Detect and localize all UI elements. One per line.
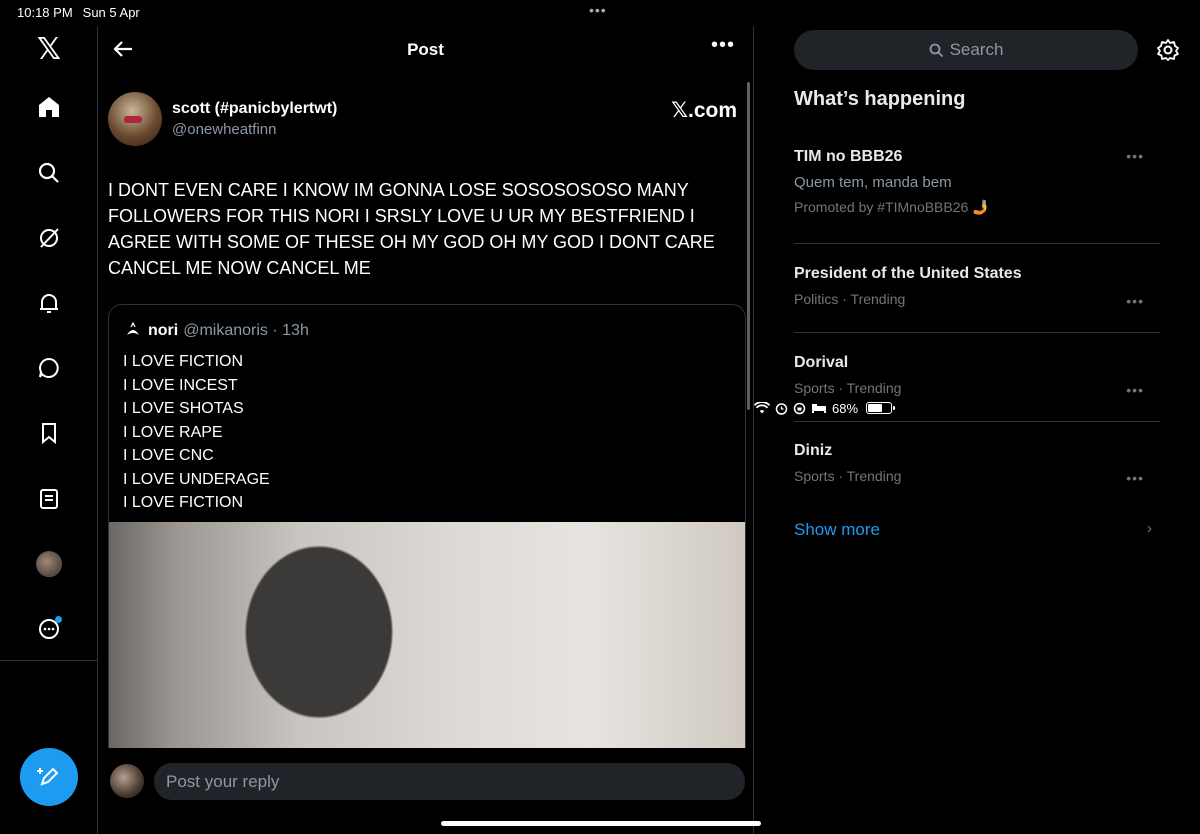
- page-title: Post: [407, 40, 444, 59]
- status-time: 10:18 PM: [17, 5, 73, 20]
- author-name[interactable]: scott (#panicbylertwt): [172, 100, 337, 118]
- lists-icon[interactable]: [26, 476, 72, 522]
- trend-more-button[interactable]: •••: [1126, 470, 1144, 486]
- trend-name: TIM no BBB26: [794, 148, 903, 165]
- search-placeholder: Search: [949, 40, 1004, 59]
- quote-text: I LOVE FICTION I LOVE INCEST I LOVE SHOT…: [123, 350, 270, 515]
- trend-item[interactable]: TIM no BBB26 Quem tem, manda bem Promote…: [794, 148, 1160, 244]
- whats-happening-title: What’s happening: [794, 88, 966, 110]
- status-bar: 10:18 PM Sun 5 Apr ••• 68%: [0, 0, 1200, 416]
- trend-more-button[interactable]: •••: [1126, 148, 1144, 164]
- compose-button[interactable]: [20, 748, 78, 806]
- search-input[interactable]: Search: [794, 30, 1138, 70]
- quote-line: I LOVE SHOTAS: [123, 400, 244, 417]
- show-more-link[interactable]: Show more ›: [794, 520, 1160, 540]
- status-date: Sun 5 Apr: [82, 5, 140, 20]
- quote-avatar-icon: [124, 321, 142, 340]
- trend-promoted: Promoted by #TIMnoBBB26 🤳: [794, 199, 990, 215]
- trend-subtitle: Quem tem, manda bem: [794, 174, 952, 191]
- trend-more-button[interactable]: •••: [1126, 293, 1144, 309]
- trend-name: President of the United States: [794, 265, 1022, 282]
- quote-line: I LOVE CNC: [123, 447, 214, 464]
- post-author[interactable]: scott (#panicbylertwt) @onewheatfinn: [108, 92, 337, 146]
- quote-line: I LOVE UNDERAGE: [123, 470, 270, 488]
- trend-meta: Sports · Trending: [794, 380, 902, 396]
- trend-meta: Sports · Trending: [794, 468, 902, 484]
- nav-divider: [0, 660, 98, 661]
- home-indicator[interactable]: [441, 821, 761, 826]
- home-icon[interactable]: [26, 84, 72, 130]
- side-nav: 𝕏: [0, 26, 98, 834]
- reply-avatar: [110, 764, 144, 798]
- post-text: I DONT EVEN CARE I KNOW IM GONNA LOSE SO…: [108, 180, 715, 278]
- x-logo[interactable]: 𝕏: [26, 26, 72, 72]
- quote-line: I LOVE FICTION: [123, 494, 244, 511]
- quote-line: I LOVE FICTION: [123, 353, 244, 370]
- x-com-logo: 𝕏.com: [671, 99, 737, 122]
- notifications-icon[interactable]: [26, 280, 72, 326]
- trend-item[interactable]: Dorival Sports · Trending •••: [794, 354, 1160, 422]
- trend-name: Diniz: [794, 442, 833, 459]
- quote-handle-time: @mikanoris · 13h: [183, 322, 309, 339]
- trend-meta: Politics · Trending: [794, 291, 906, 307]
- quote-author-name: nori: [148, 322, 179, 339]
- grok-icon[interactable]: [26, 215, 72, 261]
- trend-more-button[interactable]: •••: [1126, 382, 1144, 398]
- search-icon[interactable]: [26, 150, 72, 196]
- trend-item[interactable]: President of the United States Politics …: [794, 265, 1160, 333]
- trend-name: Dorival: [794, 354, 849, 371]
- profile-avatar[interactable]: [26, 541, 72, 587]
- post-header: Post •••: [98, 26, 753, 74]
- show-more-label: Show more: [794, 520, 880, 539]
- search-icon: [929, 43, 943, 57]
- post-column: Post ••• scott (#panicbylertwt) @onewhea…: [98, 26, 754, 834]
- reply-input[interactable]: Post your reply: [154, 763, 745, 800]
- quote-line: I LOVE RAPE: [123, 423, 223, 441]
- bookmarks-icon[interactable]: [26, 410, 72, 456]
- post-more-button[interactable]: •••: [711, 34, 735, 57]
- author-handle[interactable]: @onewheatfinn: [172, 121, 337, 138]
- multitask-dots[interactable]: •••: [589, 2, 607, 18]
- trend-item[interactable]: Diniz Sports · Trending •••: [794, 442, 1160, 510]
- author-avatar[interactable]: [108, 92, 162, 146]
- right-sidebar: Search What’s happening TIM no BBB26 Que…: [754, 26, 1200, 834]
- messages-icon[interactable]: [26, 345, 72, 391]
- quote-line: I LOVE INCEST: [123, 376, 238, 394]
- settings-gear-icon[interactable]: [1156, 38, 1180, 62]
- notification-dot: [55, 616, 62, 623]
- scrollbar[interactable]: [747, 82, 750, 410]
- compose-icon: [37, 767, 59, 786]
- chevron-right-icon: ›: [1147, 520, 1152, 537]
- more-icon[interactable]: [26, 606, 72, 652]
